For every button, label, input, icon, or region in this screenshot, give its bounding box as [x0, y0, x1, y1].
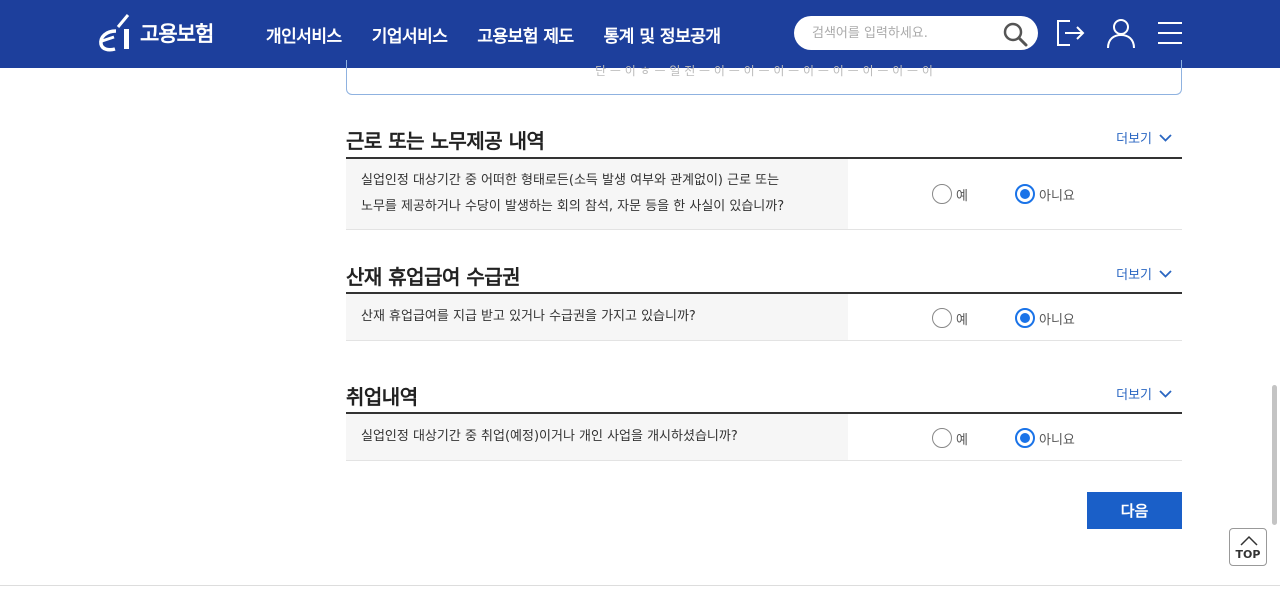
section-title: 산재 휴업급여 수급권 — [346, 265, 521, 289]
question-line: 노무를 제공하거나 수당이 발생하는 회의 참석, 자문 등을 한 사실이 있습… — [361, 199, 785, 214]
user-icon[interactable] — [1104, 16, 1138, 50]
more-link[interactable]: 더보기 — [1116, 384, 1172, 403]
radio-no[interactable]: 아니요 — [1015, 184, 1075, 204]
radio-label: 아니요 — [1039, 188, 1075, 204]
radio-yes[interactable]: 예 — [932, 428, 968, 448]
more-link[interactable]: 더보기 — [1116, 264, 1172, 283]
main-nav: 개인서비스 기업서비스 고용보험 제도 통계 및 정보공개 — [266, 0, 751, 68]
question-line: 실업인정 대상기간 중 어떠한 형태로든(소득 발생 여부와 관계없이) 근로 … — [361, 173, 780, 188]
radio-label: 예 — [956, 188, 968, 204]
next-button[interactable]: 다음 — [1087, 492, 1182, 529]
logo-text: 고용보험 — [140, 22, 214, 46]
top-label: TOP — [1235, 548, 1261, 561]
question-row: 실업인정 대상기간 중 취업(예정)이거나 개인 사업을 개시하셨습니까? 예 … — [346, 414, 1182, 461]
search-input[interactable] — [812, 16, 992, 50]
ei-logo-icon — [99, 14, 130, 52]
chevron-down-icon — [1159, 389, 1172, 398]
question-text: 실업인정 대상기간 중 취업(예정)이거나 개인 사업을 개시하셨습니까? — [346, 414, 848, 460]
radio-label: 예 — [956, 432, 968, 448]
chevron-down-icon — [1159, 133, 1172, 142]
radio-label: 아니요 — [1039, 312, 1075, 328]
scrollbar-thumb[interactable] — [1272, 385, 1277, 525]
search-box — [794, 16, 1038, 50]
more-label: 더보기 — [1116, 132, 1152, 147]
chevron-up-icon — [1240, 535, 1258, 546]
more-label: 더보기 — [1116, 268, 1152, 283]
question-text: 실업인정 대상기간 중 어떠한 형태로든(소득 발생 여부와 관계없이) 근로 … — [346, 159, 848, 229]
radio-button[interactable] — [932, 428, 952, 448]
more-link[interactable]: 더보기 — [1116, 128, 1172, 147]
radio-label: 예 — [956, 312, 968, 328]
site-logo[interactable]: 고용보험 — [98, 10, 214, 56]
radio-yes[interactable]: 예 — [932, 308, 968, 328]
radio-yes[interactable]: 예 — [932, 184, 968, 204]
radio-button-selected[interactable] — [1015, 428, 1035, 448]
radio-no[interactable]: 아니요 — [1015, 308, 1075, 328]
chevron-down-icon — [1159, 269, 1172, 278]
question-text: 산재 휴업급여를 지급 받고 있거나 수급권을 가지고 있습니까? — [346, 294, 848, 340]
radio-button-selected[interactable] — [1015, 184, 1035, 204]
radio-button[interactable] — [932, 184, 952, 204]
nav-insurance-system[interactable]: 고용보험 제도 — [477, 22, 574, 47]
notice-box: 단 ㅡ 이 ㅎ ㅡ 일 전 ㅡ 이 ㅡ 이 ㅡ 이 ㅡ 이 ㅡ 이 ㅡ 이 ㅡ … — [346, 60, 1182, 95]
question-row: 산재 휴업급여를 지급 받고 있거나 수급권을 가지고 있습니까? 예 아니요 — [346, 294, 1182, 341]
scroll-top-button[interactable]: TOP — [1229, 528, 1267, 566]
question-row: 실업인정 대상기간 중 어떠한 형태로든(소득 발생 여부와 관계없이) 근로 … — [346, 159, 1182, 230]
logout-icon[interactable] — [1053, 16, 1087, 50]
section-title: 취업내역 — [346, 385, 418, 409]
nav-business-services[interactable]: 기업서비스 — [372, 22, 448, 47]
menu-icon[interactable] — [1153, 16, 1187, 50]
nav-personal-services[interactable]: 개인서비스 — [266, 22, 342, 47]
radio-no[interactable]: 아니요 — [1015, 428, 1075, 448]
radio-button[interactable] — [932, 308, 952, 328]
more-label: 더보기 — [1116, 388, 1152, 403]
footer-divider — [0, 585, 1280, 586]
radio-button-selected[interactable] — [1015, 308, 1035, 328]
nav-statistics[interactable]: 통계 및 정보공개 — [604, 22, 721, 47]
site-header: 고용보험 개인서비스 기업서비스 고용보험 제도 통계 및 정보공개 — [0, 0, 1280, 68]
section-title: 근로 또는 노무제공 내역 — [346, 129, 545, 153]
radio-label: 아니요 — [1039, 432, 1075, 448]
notice-text: 단 ㅡ 이 ㅎ ㅡ 일 전 ㅡ 이 ㅡ 이 ㅡ 이 ㅡ 이 ㅡ 이 ㅡ 이 ㅡ … — [595, 64, 933, 78]
search-icon[interactable] — [1002, 21, 1028, 47]
